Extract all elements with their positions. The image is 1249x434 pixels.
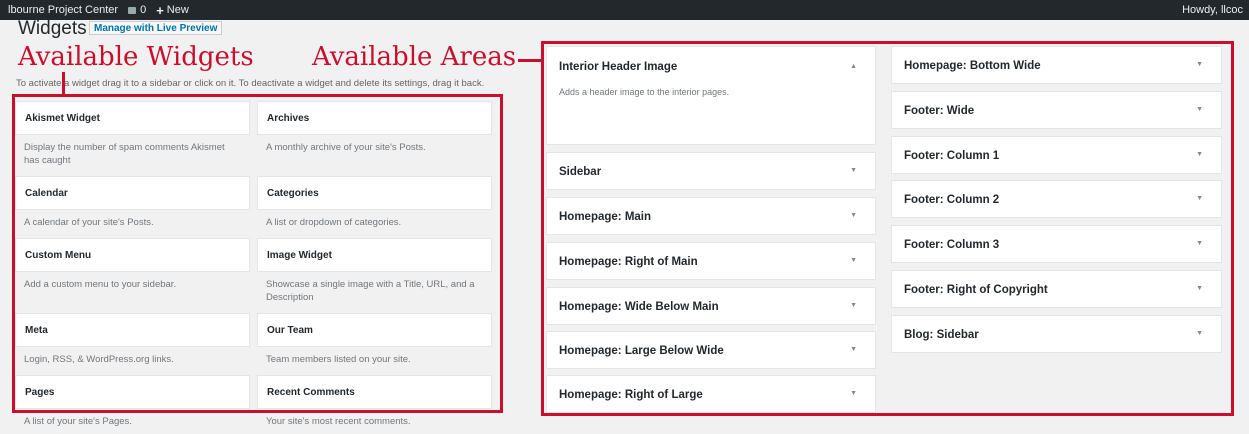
expand-arrow-icon[interactable]: ▼ bbox=[1196, 195, 1203, 202]
expand-arrow-icon[interactable]: ▼ bbox=[1196, 106, 1203, 113]
widgets-pointer-line bbox=[62, 72, 65, 96]
expand-arrow-icon[interactable]: ▼ bbox=[850, 257, 857, 264]
area-title: Homepage: Main bbox=[559, 211, 652, 223]
widget-image[interactable]: Image Widget Showcase a single image wit… bbox=[257, 238, 492, 310]
area-title: Interior Header Image bbox=[559, 61, 678, 73]
area-homepage-right-of-large[interactable]: Homepage: Right of Large ▼ bbox=[546, 375, 876, 413]
new-label: New bbox=[166, 4, 189, 16]
widget-title[interactable]: Calendar bbox=[15, 176, 250, 210]
area-footer-right-of-copyright[interactable]: Footer: Right of Copyright ▼ bbox=[891, 270, 1222, 308]
widget-description: Showcase a single image with a Title, UR… bbox=[266, 279, 475, 303]
expand-arrow-icon[interactable]: ▼ bbox=[1196, 330, 1203, 337]
widget-title[interactable]: Archives bbox=[257, 101, 492, 135]
area-title: Homepage: Wide Below Main bbox=[559, 301, 719, 313]
areas-pointer-line bbox=[518, 59, 543, 62]
area-title: Sidebar bbox=[559, 166, 602, 178]
widget-description: Display the number of spam comments Akis… bbox=[24, 142, 225, 166]
expand-arrow-icon[interactable]: ▼ bbox=[850, 167, 857, 174]
widget-description: Your site's most recent comments. bbox=[266, 416, 411, 427]
site-name-link[interactable]: lbourne Project Center bbox=[8, 4, 118, 16]
plus-icon: + bbox=[156, 2, 164, 18]
widget-description: A list of your site's Pages. bbox=[24, 416, 132, 427]
expand-arrow-icon[interactable]: ▼ bbox=[850, 302, 857, 309]
admin-bar: lbourne Project Center 0 + New Howdy, llc… bbox=[0, 0, 1249, 20]
area-homepage-bottom-wide[interactable]: Homepage: Bottom Wide ▼ bbox=[891, 46, 1222, 84]
widget-pages[interactable]: Pages A list of your site's Pages. bbox=[15, 375, 250, 434]
available-areas-label: Available Areas bbox=[310, 42, 519, 72]
area-title: Footer: Column 1 bbox=[904, 150, 1000, 162]
expand-arrow-icon[interactable]: ▼ bbox=[1196, 151, 1203, 158]
widget-title[interactable]: Categories bbox=[257, 176, 492, 210]
area-sidebar[interactable]: Sidebar ▼ bbox=[546, 152, 876, 190]
new-content-link[interactable]: + New bbox=[156, 3, 189, 18]
expand-arrow-icon[interactable]: ▼ bbox=[1196, 285, 1203, 292]
howdy-user[interactable]: Howdy, llcoc bbox=[1182, 4, 1243, 16]
collapse-arrow-icon[interactable]: ▲ bbox=[850, 63, 857, 70]
area-title: Homepage: Right of Large bbox=[559, 389, 703, 401]
widget-archives[interactable]: Archives A monthly archive of your site'… bbox=[257, 101, 492, 160]
widget-categories[interactable]: Categories A list or dropdown of categor… bbox=[257, 176, 492, 235]
area-title: Homepage: Large Below Wide bbox=[559, 345, 724, 357]
area-footer-column-2[interactable]: Footer: Column 2 ▼ bbox=[891, 180, 1222, 218]
area-title: Footer: Column 3 bbox=[904, 239, 1000, 251]
widget-our-team[interactable]: Our Team Team members listed on your sit… bbox=[257, 313, 492, 372]
widget-akismet[interactable]: Akismet Widget Display the number of spa… bbox=[15, 101, 250, 173]
expand-arrow-icon[interactable]: ▼ bbox=[1196, 240, 1203, 247]
area-blog-sidebar[interactable]: Blog: Sidebar ▼ bbox=[891, 315, 1222, 353]
live-preview-button[interactable]: Manage with Live Preview bbox=[89, 21, 223, 35]
comment-icon bbox=[128, 6, 137, 14]
widget-meta[interactable]: Meta Login, RSS, & WordPress.org links. bbox=[15, 313, 250, 372]
widget-description: A calendar of your site's Posts. bbox=[24, 217, 154, 228]
expand-arrow-icon[interactable]: ▼ bbox=[1196, 61, 1203, 68]
area-title: Footer: Column 2 bbox=[904, 194, 1000, 206]
area-title: Blog: Sidebar bbox=[904, 329, 979, 341]
area-description: Adds a header image to the interior page… bbox=[559, 87, 730, 97]
area-title: Homepage: Right of Main bbox=[559, 256, 698, 268]
widget-title[interactable]: Custom Menu bbox=[15, 238, 250, 272]
page-title: Widgets bbox=[18, 18, 87, 39]
available-widgets-label: Available Widgets bbox=[16, 42, 256, 72]
expand-arrow-icon[interactable]: ▼ bbox=[850, 390, 857, 397]
area-homepage-large-below-wide[interactable]: Homepage: Large Below Wide ▼ bbox=[546, 331, 876, 369]
area-footer-column-3[interactable]: Footer: Column 3 ▼ bbox=[891, 225, 1222, 263]
widget-title[interactable]: Meta bbox=[15, 313, 250, 347]
widgets-hint: To activate a widget drag it to a sideba… bbox=[16, 78, 485, 89]
area-footer-wide[interactable]: Footer: Wide ▼ bbox=[891, 91, 1222, 129]
area-homepage-right-of-main[interactable]: Homepage: Right of Main ▼ bbox=[546, 242, 876, 280]
widget-title[interactable]: Image Widget bbox=[257, 238, 492, 272]
area-interior-header-image[interactable]: Interior Header Image ▲ Adds a header im… bbox=[546, 46, 876, 145]
area-footer-column-1[interactable]: Footer: Column 1 ▼ bbox=[891, 136, 1222, 174]
widget-title[interactable]: Recent Comments bbox=[257, 375, 492, 409]
widget-title[interactable]: Pages bbox=[15, 375, 250, 409]
area-homepage-wide-below-main[interactable]: Homepage: Wide Below Main ▼ bbox=[546, 287, 876, 325]
area-title: Footer: Right of Copyright bbox=[904, 284, 1048, 296]
widget-title[interactable]: Our Team bbox=[257, 313, 492, 347]
widget-description: A monthly archive of your site's Posts. bbox=[266, 142, 426, 153]
widget-calendar[interactable]: Calendar A calendar of your site's Posts… bbox=[15, 176, 250, 235]
widget-title[interactable]: Akismet Widget bbox=[15, 101, 250, 135]
widget-description: A list or dropdown of categories. bbox=[266, 217, 402, 228]
area-homepage-main[interactable]: Homepage: Main ▼ bbox=[546, 197, 876, 235]
area-title: Footer: Wide bbox=[904, 105, 975, 117]
comments-count: 0 bbox=[140, 4, 147, 16]
widget-description: Login, RSS, & WordPress.org links. bbox=[24, 354, 174, 365]
widget-custom-menu[interactable]: Custom Menu Add a custom menu to your si… bbox=[15, 238, 250, 297]
widget-description: Team members listed on your site. bbox=[266, 354, 411, 365]
area-title: Homepage: Bottom Wide bbox=[904, 60, 1041, 72]
expand-arrow-icon[interactable]: ▼ bbox=[850, 212, 857, 219]
expand-arrow-icon[interactable]: ▼ bbox=[850, 346, 857, 353]
comments-link[interactable]: 0 bbox=[128, 4, 146, 16]
widget-description: Add a custom menu to your sidebar. bbox=[24, 279, 177, 290]
widget-recent-comments[interactable]: Recent Comments Your site's most recent … bbox=[257, 375, 492, 434]
